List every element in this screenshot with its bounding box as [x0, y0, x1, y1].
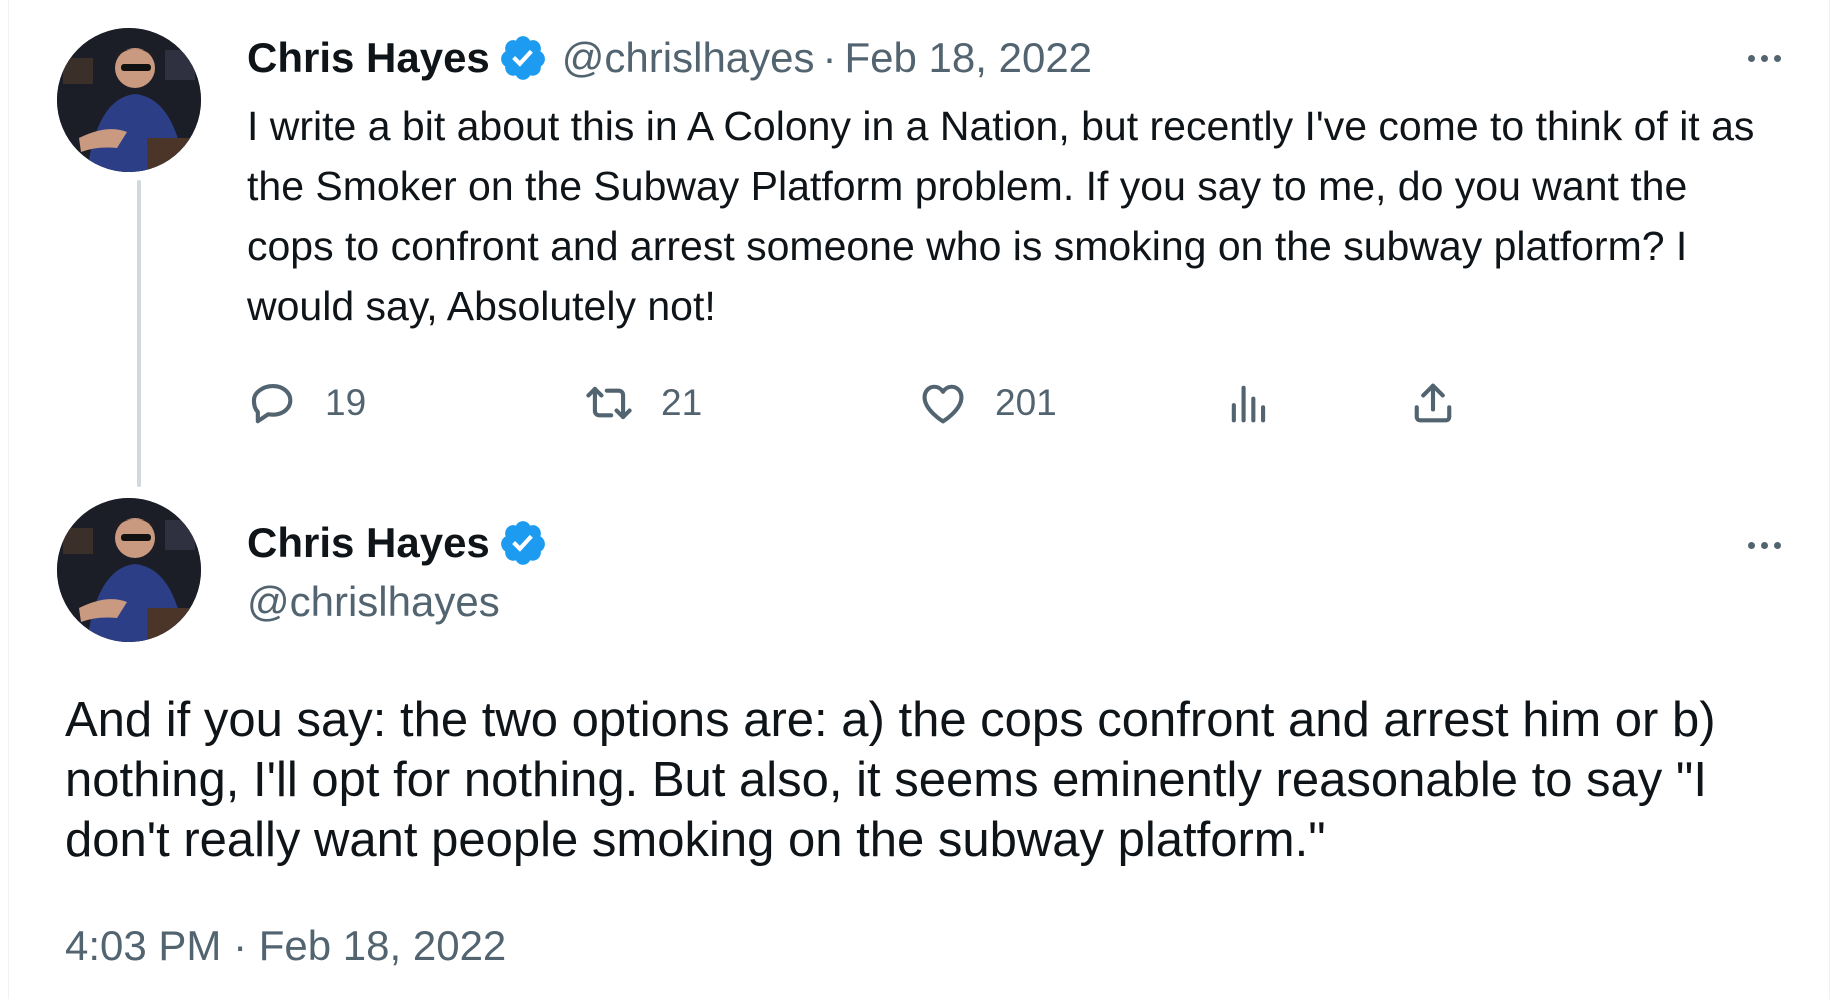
thread-connector-line: [137, 180, 141, 487]
author-name[interactable]: Chris Hayes: [247, 519, 490, 567]
avatar[interactable]: [57, 498, 201, 642]
tweet-header: Chris Hayes: [247, 518, 548, 568]
retweet-icon: [586, 386, 632, 420]
tweet-time: 4:03 PM: [65, 922, 222, 969]
share-icon: [1414, 383, 1452, 423]
reply-count: 19: [325, 382, 367, 423]
timestamp-separator: ·: [233, 922, 248, 969]
like-count: 201: [995, 382, 1057, 423]
author-handle[interactable]: @chrislhayes: [562, 34, 815, 82]
tweet-timestamp[interactable]: 4:03 PM · Feb 18, 2022: [65, 922, 506, 970]
author-handle[interactable]: @chrislhayes: [247, 578, 500, 626]
verified-badge-icon: [500, 36, 545, 80]
retweet-button[interactable]: 21: [583, 375, 702, 431]
avatar[interactable]: [57, 28, 201, 172]
share-button[interactable]: [1407, 375, 1459, 431]
more-icon[interactable]: [1734, 38, 1794, 78]
tweet-date[interactable]: Feb 18, 2022: [845, 34, 1093, 82]
tweet-text: I write a bit about this in A Colony in …: [247, 103, 1755, 329]
views-icon: [1231, 385, 1266, 423]
views-button[interactable]: [1223, 375, 1275, 431]
tweet-header: Chris Hayes @chrislhayes · Feb 18, 2022: [247, 33, 1092, 83]
tweet-thread: Chris Hayes @chrislhayes · Feb 18, 2022 …: [8, 0, 1830, 999]
verified-badge-icon: [500, 521, 545, 565]
author-name[interactable]: Chris Hayes: [247, 34, 490, 82]
reply-icon: [251, 384, 293, 424]
like-icon: [922, 384, 964, 424]
like-button[interactable]: 201: [917, 375, 1057, 431]
retweet-count: 21: [661, 382, 703, 423]
reply-button[interactable]: 19: [247, 375, 366, 431]
tweet-text: And if you say: the two options are: a) …: [65, 693, 1716, 867]
tweet-date: Feb 18, 2022: [258, 922, 507, 969]
more-icon[interactable]: [1734, 525, 1794, 565]
header-separator: ·: [822, 34, 837, 81]
